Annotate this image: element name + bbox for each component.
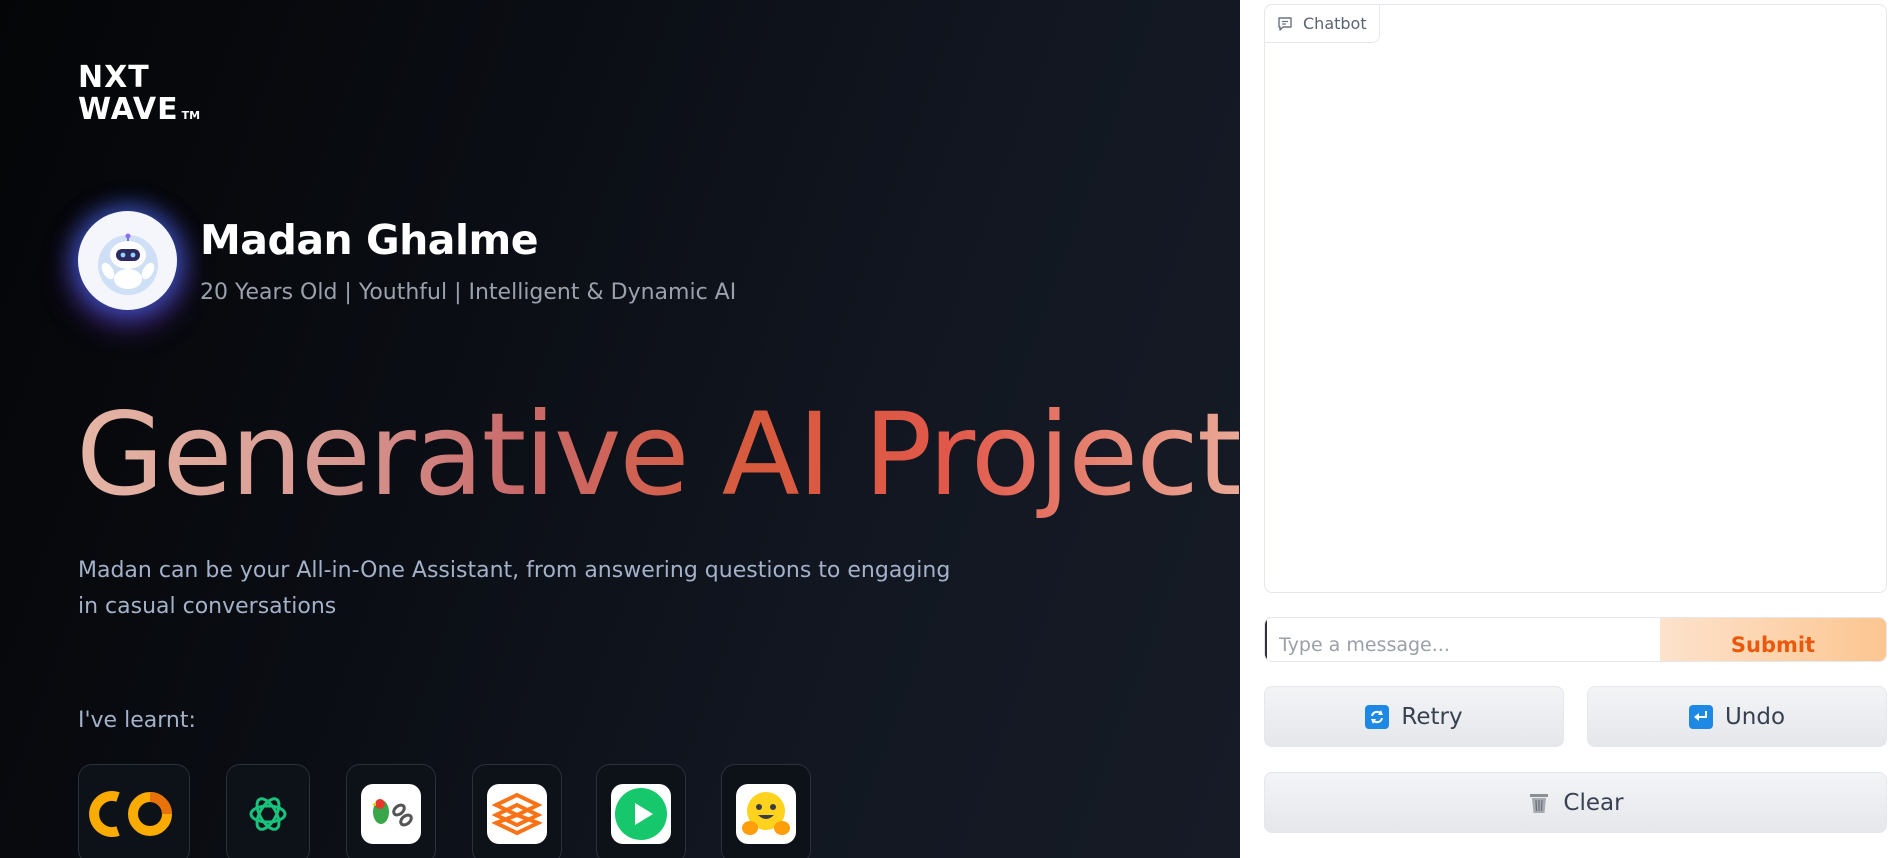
logo-line-1: NXT bbox=[78, 60, 150, 95]
tool-card-huggingface bbox=[721, 764, 811, 858]
chatbot-label-tab: Chatbot bbox=[1265, 5, 1380, 43]
message-input-row: Submit bbox=[1264, 617, 1887, 662]
logo-line-2-text: WAVE bbox=[78, 92, 179, 127]
clear-label: Clear bbox=[1563, 789, 1624, 816]
nxtwave-logo: NXT WAVE TM bbox=[78, 62, 200, 132]
tool-card-langchain bbox=[346, 764, 436, 858]
logo-trademark: TM bbox=[181, 109, 201, 122]
chat-bubble-icon bbox=[1278, 16, 1292, 31]
openai-icon bbox=[249, 797, 287, 831]
chatbot-label: Chatbot bbox=[1303, 14, 1367, 33]
undo-icon bbox=[1688, 704, 1713, 729]
message-input[interactable] bbox=[1265, 618, 1660, 661]
tool-card-play bbox=[596, 764, 686, 858]
langchain-icon bbox=[361, 784, 421, 844]
retry-button[interactable]: Retry bbox=[1264, 686, 1564, 747]
tool-card-gradio bbox=[472, 764, 562, 858]
huggingface-icon bbox=[736, 784, 796, 844]
hero-panel: NXT WAVE TM Madan Ghalme 20 Years Old | Y… bbox=[0, 0, 1240, 858]
trash-icon bbox=[1527, 791, 1551, 815]
play-icon bbox=[611, 784, 671, 844]
submit-button[interactable]: Submit bbox=[1660, 618, 1886, 661]
gradio-icon bbox=[487, 784, 547, 844]
learnt-label: I've learnt: bbox=[78, 708, 196, 733]
robot-avatar bbox=[78, 211, 177, 310]
profile-tagline: 20 Years Old | Youthful | Intelligent & … bbox=[200, 280, 737, 305]
chatbot-window[interactable]: Chatbot bbox=[1264, 4, 1887, 593]
tool-card-openai bbox=[226, 764, 310, 858]
page-headline: Generative AI Project bbox=[76, 388, 1240, 521]
undo-button[interactable]: Undo bbox=[1587, 686, 1887, 747]
profile-name: Madan Ghalme bbox=[200, 216, 539, 264]
tool-card-colab bbox=[78, 764, 190, 858]
logo-line-2: WAVE TM bbox=[78, 94, 200, 132]
undo-label: Undo bbox=[1724, 703, 1786, 730]
hero-description: Madan can be your All-in-One Assistant, … bbox=[78, 558, 951, 619]
colab-icon bbox=[89, 791, 172, 837]
clear-button[interactable]: Clear bbox=[1264, 772, 1887, 833]
retry-label: Retry bbox=[1401, 703, 1463, 730]
chat-panel: Chatbot Submit Retry Undo bbox=[1240, 0, 1895, 858]
robot-icon bbox=[97, 233, 158, 295]
retry-icon bbox=[1365, 704, 1390, 729]
